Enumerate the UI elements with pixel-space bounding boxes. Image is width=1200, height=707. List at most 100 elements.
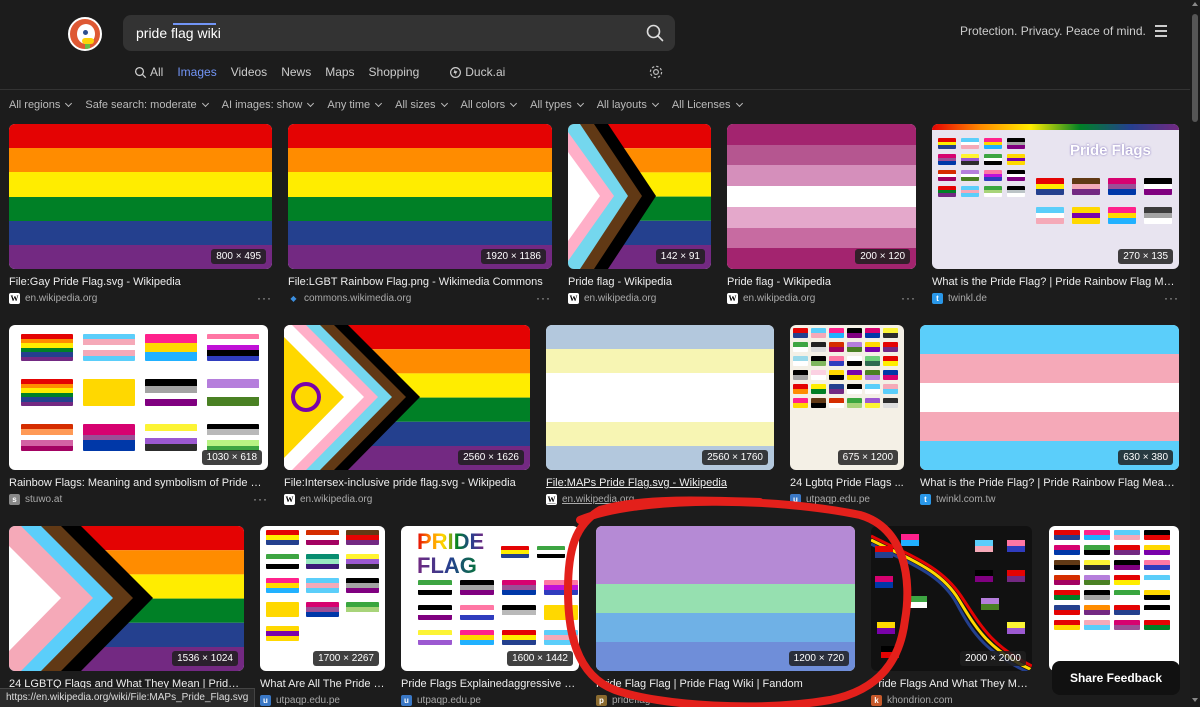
utpaqp-favicon-icon: u [790,494,801,505]
duckduckgo-logo[interactable] [68,17,102,51]
more-options-icon[interactable]: ··· [901,291,916,305]
search-icon[interactable] [645,23,665,43]
result-source[interactable]: s stuwo.at [9,494,62,505]
result-card[interactable]: 1200 × 720 Pride Flag Flag | Pride Flag … [596,526,855,706]
filter-layout[interactable]: All layouts [597,97,659,113]
result-title[interactable]: Pride Flags Explainedaggressive Pri... [401,678,579,690]
active-tab-underline [173,23,216,25]
result-thumbnail[interactable]: 1030 × 618 [9,325,268,470]
filter-safe-search[interactable]: Safe search: moderate [85,97,209,113]
tab-news[interactable]: News [281,64,311,80]
result-source[interactable]: k khondrion.com [871,695,953,706]
tab-all[interactable]: All [134,64,163,80]
result-source[interactable]: u utpaqp.edu.pe [790,494,870,505]
result-title[interactable]: File:MAPs Pride Flag.svg - Wikipedia [546,477,774,489]
result-thumbnail[interactable]: 675 × 1200 [790,325,904,470]
result-source[interactable]: Wen.wikipedia.org [546,494,634,505]
result-source[interactable]: t twinkl.com.tw [920,494,995,505]
tab-images[interactable]: Images [177,64,216,80]
tab-videos[interactable]: Videos [231,64,267,80]
tab-duck-ai[interactable]: Duck.ai [449,64,505,80]
result-title[interactable]: 24 Lgbtq Pride Flags ... [790,477,904,489]
search-bar [123,15,675,51]
utpaqp-favicon-icon: u [260,695,271,706]
result-source[interactable]: t twinkl.de [932,293,987,304]
result-card[interactable]: 800 × 495 File:Gay Pride Flag.svg - Wiki… [9,124,272,314]
result-card[interactable]: 2560 × 1626 File:Intersex-inclusive prid… [284,325,530,515]
khondrion-favicon-icon: k [871,695,882,706]
result-source[interactable]: p prideflag... [596,695,659,706]
result-card[interactable]: 1030 × 618 Rainbow Flags: Meaning and sy… [9,325,268,515]
wikipedia-favicon-icon: W [568,293,579,304]
more-options-icon[interactable]: ··· [253,492,268,506]
share-feedback-button[interactable]: Share Feedback [1052,661,1180,695]
filter-ai-images[interactable]: AI images: show [222,97,315,113]
transgender-flag-image [920,325,1179,470]
result-title[interactable]: Pride flag - Wikipedia [568,276,711,288]
filter-size[interactable]: All sizes [395,97,448,113]
hamburger-menu-icon[interactable] [1155,25,1167,37]
result-card[interactable]: PRIDE FLAG 1600 × 1442 Pride Flags Expla… [401,526,579,706]
result-title[interactable]: What is the Pride Flag? | Pride Rainbow … [932,276,1179,288]
result-source[interactable]: Wen.wikipedia.org [9,293,97,304]
scroll-up-arrow-icon[interactable] [1192,2,1198,6]
more-options-icon[interactable]: ··· [536,291,551,305]
result-title[interactable]: File:LGBT Rainbow Flag.png - Wikimedia C… [288,276,552,288]
result-thumbnail[interactable]: 630 × 380 [920,325,1179,470]
result-card[interactable]: 2000 × 2000 Pride Flags And What They Me… [871,526,1032,706]
result-thumbnail[interactable]: 800 × 495 [9,124,272,269]
result-card[interactable]: Pride Flags 270 × 135 What is the Pride … [932,124,1179,314]
result-thumbnail[interactable]: 2560 × 1760 [546,325,774,470]
result-card[interactable]: 142 × 91 Pride flag - Wikipedia Wen.wiki… [568,124,711,314]
result-source[interactable]: u utpaqp.edu.pe [401,695,481,706]
result-thumbnail[interactable]: 2000 × 2000 [871,526,1032,671]
result-title[interactable]: File:Gay Pride Flag.svg - Wikipedia [9,276,272,288]
result-card[interactable]: 675 × 1200 24 Lgbtq Pride Flags ... u utp… [790,325,904,515]
result-source[interactable]: Wen.wikipedia.org [727,293,815,304]
result-thumbnail[interactable]: 1700 × 2267 [260,526,385,671]
result-thumbnail[interactable]: 1200 × 720 [596,526,855,671]
filter-license[interactable]: All Licenses [672,97,743,113]
scroll-down-arrow-icon[interactable] [1192,698,1198,702]
scrollbar-thumb[interactable] [1192,14,1198,122]
result-card[interactable]: 200 × 120 Pride flag - Wikipedia Wen.wik… [727,124,916,314]
filter-time[interactable]: Any time [327,97,383,113]
search-input[interactable] [136,15,636,51]
more-options-icon[interactable]: ··· [1164,291,1179,305]
result-thumbnail[interactable]: 142 × 91 [568,124,711,269]
result-card[interactable]: 1536 × 1024 24 LGBTQ Flags and What They… [9,526,244,696]
result-title[interactable]: What is the Pride Flag? | Pride Rainbow … [920,477,1179,489]
result-card[interactable]: 630 × 380 What is the Pride Flag? | Prid… [920,325,1179,515]
result-thumbnail[interactable]: PRIDE FLAG 1600 × 1442 [401,526,579,671]
result-thumbnail[interactable]: Pride Flags 270 × 135 [932,124,1179,269]
result-thumbnail[interactable]: 200 × 120 [727,124,916,269]
result-title[interactable]: Pride Flag Flag | Pride Flag Wiki | Fand… [596,678,855,690]
tab-maps[interactable]: Maps [325,64,354,80]
result-title[interactable]: Rainbow Flags: Meaning and symbolism of … [9,477,268,489]
settings-gear-icon[interactable] [648,64,664,80]
scrollbar[interactable] [1190,0,1200,707]
result-card[interactable]: 1920 × 1186 File:LGBT Rainbow Flag.png -… [288,124,552,314]
result-title[interactable]: Pride Flags And What They Mea... [871,678,1032,690]
filter-region[interactable]: All regions [9,97,73,113]
filter-color[interactable]: All colors [461,97,518,113]
result-source[interactable]: Wen.wikipedia.org [568,293,656,304]
tab-shopping[interactable]: Shopping [369,64,420,80]
more-options-icon[interactable]: ··· [257,291,272,305]
result-card[interactable]: 1700 × 2267 What Are All The Pride Fl...… [260,526,385,706]
result-source[interactable]: ◆ commons.wikimedia.org [288,293,411,304]
image-dimensions: 1536 × 1024 [172,651,238,666]
result-thumbnail[interactable]: 2560 × 1626 [284,325,530,470]
result-thumbnail[interactable] [1049,526,1179,671]
filter-type[interactable]: All types [530,97,584,113]
result-title[interactable]: What Are All The Pride Fl... [260,678,385,690]
result-thumbnail[interactable]: 1920 × 1186 [288,124,552,269]
result-source[interactable]: Wen.wikipedia.org [284,494,372,505]
image-dimensions: 675 × 1200 [837,450,898,465]
result-title[interactable]: File:Intersex-inclusive pride flag.svg -… [284,477,530,489]
result-title[interactable]: Pride flag - Wikipedia [727,276,916,288]
result-source[interactable]: u utpaqp.edu.pe [260,695,340,706]
wikimedia-favicon-icon: ◆ [288,293,299,304]
result-thumbnail[interactable]: 1536 × 1024 [9,526,244,671]
result-card[interactable]: 2560 × 1760 File:MAPs Pride Flag.svg - W… [546,325,774,515]
